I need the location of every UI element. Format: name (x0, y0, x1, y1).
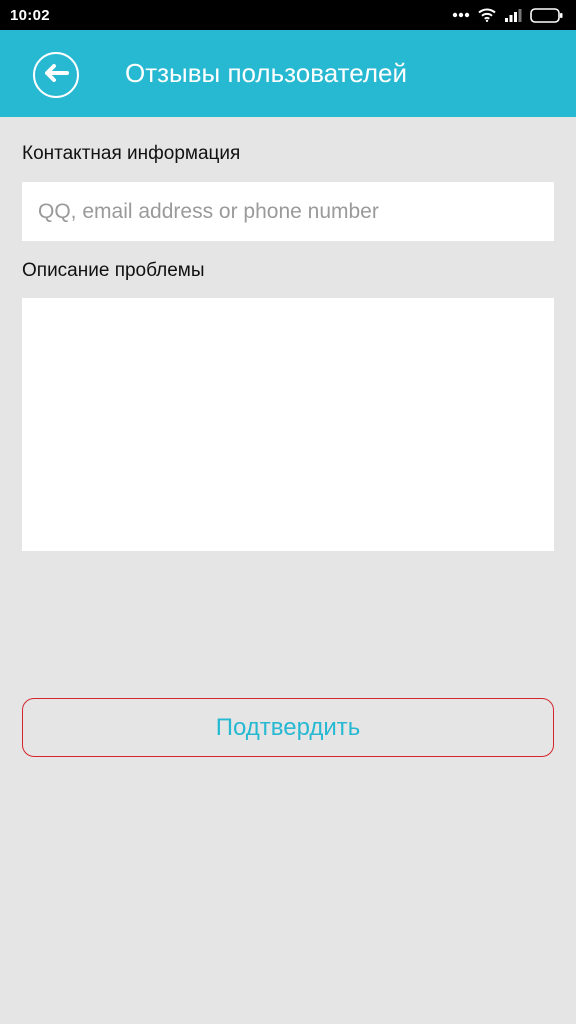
status-icons (452, 7, 564, 23)
back-button[interactable] (33, 52, 79, 98)
problem-description-label: Описание проблемы (22, 260, 205, 281)
status-bar: 10:02 (0, 0, 576, 30)
signal-icon (504, 8, 522, 22)
status-time: 10:02 (10, 6, 50, 24)
wifi-icon (478, 8, 496, 22)
page-title: Отзывы пользователей (125, 58, 408, 88)
contact-info-label: Контактная информация (22, 143, 241, 164)
more-dots-icon (452, 12, 470, 18)
problem-description-textarea[interactable] (22, 298, 554, 551)
app-bar: Отзывы пользователей (0, 30, 576, 117)
battery-icon (530, 7, 564, 23)
arrow-left-icon (43, 63, 69, 88)
contact-info-input[interactable] (22, 182, 554, 241)
submit-button[interactable]: Подтвердить (22, 698, 554, 757)
